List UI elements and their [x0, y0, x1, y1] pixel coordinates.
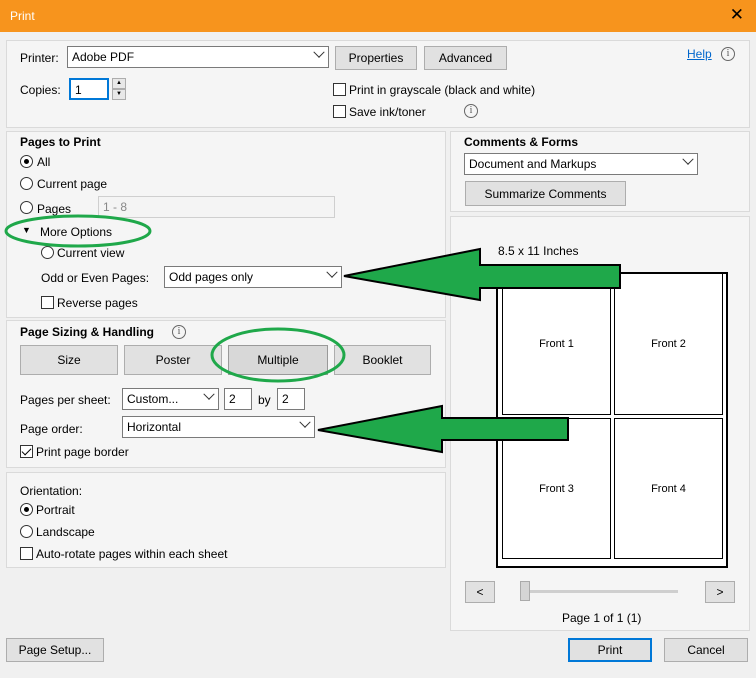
- odd-even-arrow: [343, 247, 621, 302]
- more-options-highlight-ellipse: [4, 214, 152, 248]
- annotation-overlay: [4, 214, 621, 454]
- multiple-tab-highlight-ellipse: [210, 327, 346, 383]
- page-order-arrow: [317, 404, 569, 454]
